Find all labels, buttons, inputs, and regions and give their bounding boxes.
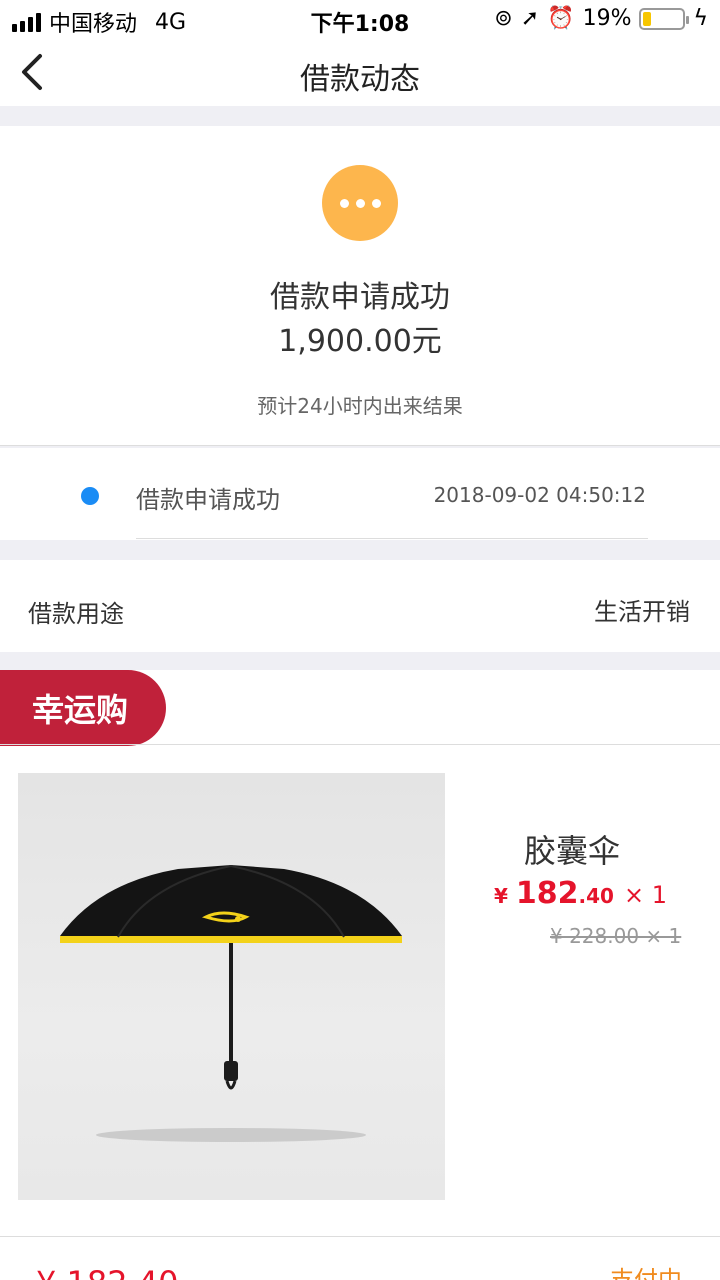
lucky-buy-section: 幸运购 胶囊伞 ¥ 182 .40 × 1 ¥ 228.00 × 1 ¥ 182…: [0, 670, 720, 1280]
loan-purpose-row: 借款用途 生活开销: [0, 560, 720, 652]
loan-purpose-label: 借款用途: [28, 600, 124, 628]
currency-symbol: ¥: [494, 884, 508, 908]
pending-icon: [322, 165, 398, 241]
status-right: ⊚ ➚ ⏰ 19% ϟ: [494, 6, 708, 31]
loan-status-card: 借款申请成功 1,900.00元 预计24小时内出来结果: [0, 126, 720, 446]
nav-bar: 借款动态: [0, 40, 720, 106]
price-decimal: .40: [578, 884, 614, 908]
page-title: 借款动态: [300, 62, 420, 97]
order-total: ¥ 182.40: [36, 1264, 179, 1280]
rotation-lock-icon: ⊚: [494, 6, 513, 31]
payment-status[interactable]: 支付中: [610, 1260, 682, 1280]
product-image[interactable]: [18, 773, 445, 1200]
loan-amount: 1,900.00元: [278, 324, 442, 359]
price-quantity: × 1: [623, 881, 667, 909]
product-name: 胶囊伞: [524, 832, 621, 870]
battery-percent: 19%: [582, 6, 632, 31]
location-icon: ➚: [520, 6, 540, 31]
timeline-divider: [136, 538, 648, 539]
loan-purpose-value: 生活开销: [594, 598, 690, 626]
timeline: 借款申请成功 2018-09-02 04:50:12: [0, 448, 720, 540]
timeline-item-label: 借款申请成功: [136, 486, 280, 514]
timeline-item-time: 2018-09-02 04:50:12: [433, 483, 646, 507]
charging-icon: ϟ: [693, 6, 708, 31]
lucky-buy-tag: 幸运购: [0, 670, 166, 746]
status-bar: 中国移动 4G 下午1:08 ⊚ ➚ ⏰ 19% ϟ: [0, 0, 720, 40]
original-price: ¥ 228.00 × 1: [550, 924, 682, 948]
battery-fill: [643, 11, 651, 26]
result-title: 借款申请成功: [270, 280, 450, 315]
result-hint: 预计24小时内出来结果: [257, 394, 463, 418]
section-divider: [0, 744, 720, 745]
price-integer: 182: [515, 876, 579, 911]
battery-icon: [639, 7, 690, 30]
timeline-dot-icon: [81, 487, 99, 505]
order-divider: [0, 1236, 720, 1237]
alarm-icon: ⏰: [547, 6, 575, 31]
umbrella-icon: [60, 864, 402, 1142]
product-price: ¥ 182 .40 × 1: [494, 876, 667, 911]
